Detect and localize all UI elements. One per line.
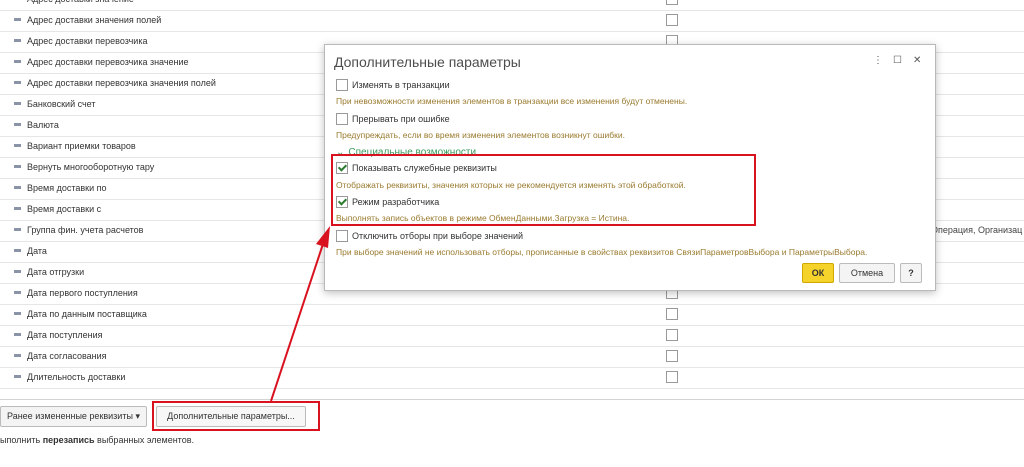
disable-filters-checkbox[interactable]: Отключить отборы при выборе значений xyxy=(336,230,523,242)
checkbox-box[interactable] xyxy=(336,196,348,208)
row-checkbox[interactable] xyxy=(666,329,678,341)
status-text: ыполнить перезапись выбранных элементов. xyxy=(0,435,194,445)
attribute-name: Дата поступления xyxy=(14,330,103,340)
change-in-transaction-checkbox[interactable]: Изменять в транзакции xyxy=(336,79,450,91)
table-row[interactable]: Дата поступления xyxy=(0,325,1024,347)
attribute-name: Адрес доставки значения полей xyxy=(14,15,161,25)
attribute-name: Валюта xyxy=(14,120,59,130)
show-service-attributes-hint: Отображать реквизиты, значения которых н… xyxy=(336,180,686,190)
attribute-name: Длительность доставки xyxy=(14,372,125,382)
table-row[interactable]: Длительность доставки xyxy=(0,367,1024,389)
attribute-name: Адрес доставки перевозчика значение xyxy=(14,57,189,67)
disable-filters-hint: При выборе значений не использовать отбо… xyxy=(336,247,868,257)
previously-changed-button[interactable]: Ранее измененные реквизиты ▾ xyxy=(0,406,147,427)
ok-button[interactable]: ОК xyxy=(802,263,834,283)
attribute-name: Вернуть многооборотную тару xyxy=(14,162,154,172)
row-checkbox[interactable] xyxy=(666,371,678,383)
previously-changed-label: Ранее измененные реквизиты xyxy=(7,411,133,421)
row-checkbox[interactable] xyxy=(666,350,678,362)
attribute-name: Время доставки с xyxy=(14,204,101,214)
attribute-name: Адрес доставки значение xyxy=(14,0,134,4)
checkbox-box[interactable] xyxy=(336,113,348,125)
row-checkbox[interactable] xyxy=(666,308,678,320)
attribute-name: Дата первого поступления xyxy=(14,288,138,298)
checkbox-box[interactable] xyxy=(336,162,348,174)
divider xyxy=(0,399,1024,400)
dropdown-arrow-icon: ▾ xyxy=(135,411,140,421)
close-icon[interactable]: ✕ xyxy=(913,55,921,66)
checkbox-box[interactable] xyxy=(336,79,348,91)
attribute-name: Адрес доставки перевозчика xyxy=(14,36,147,46)
show-service-attributes-checkbox[interactable]: Показывать служебные реквизиты xyxy=(336,162,497,174)
table-row[interactable]: Дата согласования xyxy=(0,346,1024,368)
cancel-button[interactable]: Отмена xyxy=(839,263,895,283)
stop-on-error-hint: Предупреждать, если во время изменения э… xyxy=(336,130,625,140)
attribute-name: Дата отгрузки xyxy=(14,267,84,277)
change-in-transaction-hint: При невозможности изменения элементов в … xyxy=(336,96,688,106)
row-checkbox[interactable] xyxy=(666,14,678,26)
developer-mode-checkbox[interactable]: Режим разработчика xyxy=(336,196,439,208)
attribute-name: Дата по данным поставщика xyxy=(14,309,147,319)
attribute-name: Банковский счет xyxy=(14,99,96,109)
table-row[interactable]: Дата по данным поставщика xyxy=(0,304,1024,326)
maximize-icon[interactable]: ☐ xyxy=(893,55,902,66)
attribute-name: Группа фин. учета расчетов xyxy=(14,225,143,235)
additional-params-dialog: Дополнительные параметры ⋮ ☐ ✕ Изменять … xyxy=(324,44,936,291)
developer-mode-hint: Выполнять запись объектов в режиме Обмен… xyxy=(336,213,630,223)
row-checkbox[interactable] xyxy=(666,0,678,5)
chevron-down-icon: ⌄ xyxy=(336,147,345,158)
special-features-section[interactable]: ⌄ Специальные возможности xyxy=(336,147,476,158)
dialog-title: Дополнительные параметры xyxy=(334,54,521,70)
attribute-name: Вариант приемки товаров xyxy=(14,141,136,151)
attribute-name: Дата согласования xyxy=(14,351,107,361)
attribute-name: Дата xyxy=(14,246,47,256)
help-button[interactable]: ? xyxy=(900,263,922,283)
checkbox-box[interactable] xyxy=(336,230,348,242)
attribute-links: Операция, Организац xyxy=(931,225,1023,235)
additional-params-button[interactable]: Дополнительные параметры... xyxy=(156,406,306,427)
table-row[interactable]: Адрес доставки значения полей xyxy=(0,10,1024,32)
attribute-name: Время доставки по xyxy=(14,183,106,193)
more-menu-icon[interactable]: ⋮ xyxy=(873,55,883,66)
attribute-name: Адрес доставки перевозчика значения поле… xyxy=(14,78,216,88)
stop-on-error-checkbox[interactable]: Прерывать при ошибке xyxy=(336,113,450,125)
